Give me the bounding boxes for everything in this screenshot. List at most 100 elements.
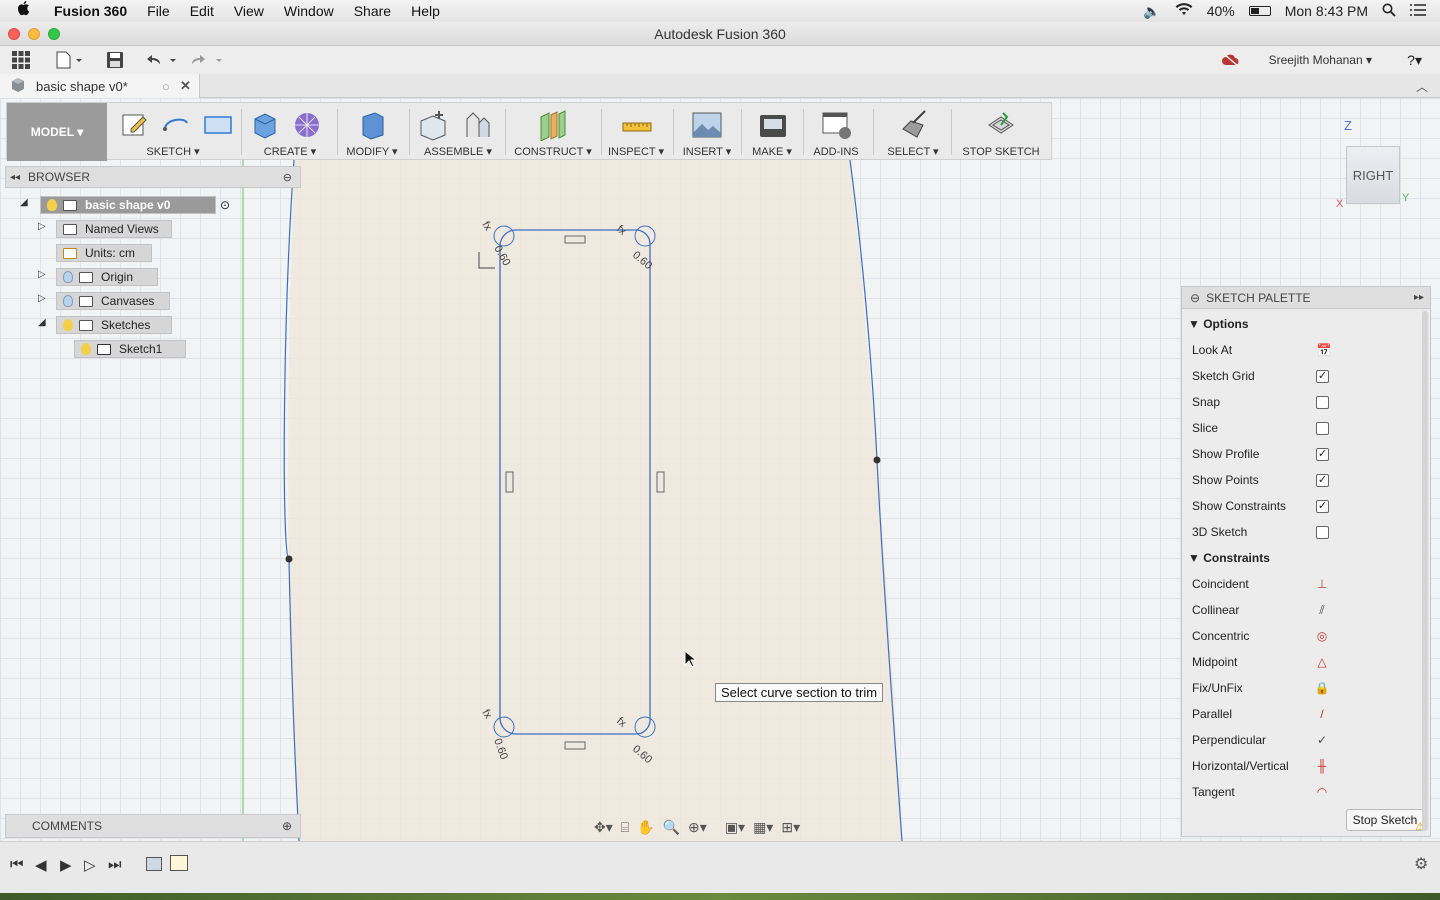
visibility-bulb-icon[interactable] [63, 271, 73, 283]
constraint-row[interactable]: Midpoint [1192, 655, 1322, 669]
document-tab[interactable]: basic shape v0* ○ ✕ [0, 74, 200, 98]
minimize-window-button[interactable] [28, 28, 40, 40]
make-menu-label[interactable]: MAKE ▾ [745, 145, 799, 158]
extrude-icon[interactable] [249, 109, 279, 139]
menu-edit[interactable]: Edit [190, 3, 214, 19]
help-menu[interactable]: ?▾ [1407, 52, 1422, 69]
collapsed-triangle-icon[interactable]: ▷ [38, 221, 46, 232]
sketch-palette-header[interactable]: ⊖ SKETCH PALETTE ▸▸ [1182, 287, 1430, 309]
option-row[interactable]: Show Constraints [1192, 499, 1322, 513]
menu-file[interactable]: File [147, 3, 170, 19]
create-group[interactable]: CREATE ▾ [247, 103, 333, 161]
palette-scrollbar[interactable] [1422, 311, 1428, 831]
stop-sketch-label[interactable]: STOP SKETCH [955, 146, 1047, 158]
grid-settings-icon[interactable]: ▦▾ [753, 819, 773, 836]
expanded-triangle-icon[interactable]: ◢ [38, 317, 46, 328]
apple-icon[interactable] [17, 1, 38, 21]
palette-expand-icon[interactable]: ▸▸ [1414, 292, 1424, 303]
option-checkbox[interactable]: ✓ [1316, 370, 1329, 383]
step-forward-icon[interactable]: ▷ [84, 856, 96, 874]
viewports-icon[interactable]: ⊞▾ [781, 819, 800, 836]
offset-plane-icon[interactable] [537, 109, 567, 142]
constraint-row[interactable]: Parallel [1192, 707, 1322, 721]
pan-icon[interactable]: ✋ [637, 819, 654, 836]
palette-collapse-icon[interactable]: ⊖ [1190, 291, 1200, 305]
option-row[interactable]: Show Profile [1192, 447, 1322, 461]
battery-icon[interactable] [1248, 6, 1271, 16]
wifi-icon[interactable] [1175, 3, 1193, 19]
tree-item-sketches[interactable]: ◢ Sketches [38, 315, 172, 335]
construct-group[interactable]: CONSTRUCT ▾ [509, 103, 597, 161]
sketch-group[interactable]: SKETCH ▾ [111, 103, 235, 161]
stop-sketch-icon[interactable] [985, 109, 1015, 139]
rectangle-icon[interactable] [203, 109, 233, 139]
save-icon[interactable] [106, 51, 124, 69]
tree-item-units[interactable]: Units: cm [56, 243, 152, 263]
option-row[interactable]: Snap [1192, 395, 1322, 409]
constraint-row[interactable]: Concentric [1192, 629, 1322, 643]
undo-icon[interactable] [146, 51, 178, 69]
menu-app[interactable]: Fusion 360 [54, 3, 127, 19]
user-account-menu[interactable]: Sreejith Mohanan ▾ [1269, 53, 1372, 67]
tree-root-chip[interactable]: basic shape v0 [40, 196, 216, 214]
select-group[interactable]: SELECT ▾ [879, 103, 947, 161]
tree-item-canvases[interactable]: ▷ Canvases [38, 291, 170, 311]
constraint-row[interactable]: Collinear [1192, 603, 1322, 617]
sketch-feature-icon[interactable] [170, 855, 188, 871]
horizontal-vertical-icon[interactable]: ╫ [1314, 758, 1330, 774]
create-menu-label[interactable]: CREATE ▾ [247, 145, 333, 158]
option-row[interactable]: Slice [1192, 421, 1322, 435]
constraint-row[interactable]: Fix/UnFix [1192, 681, 1322, 695]
zoom-icon[interactable]: 🔍 [663, 819, 680, 836]
constraint-row[interactable]: Perpendicular [1192, 733, 1322, 747]
concentric-icon[interactable]: ◎ [1314, 628, 1330, 644]
perpendicular-icon[interactable]: ✓ [1314, 732, 1330, 748]
option-row[interactable]: 3D Sketch [1192, 525, 1322, 539]
measure-icon[interactable] [621, 109, 652, 139]
stop-sketch-button[interactable]: Stop Sketch ⚠ [1346, 809, 1425, 833]
constraint-row[interactable]: Tangent [1192, 785, 1322, 799]
close-tab-icon[interactable]: ✕ [180, 78, 191, 94]
modify-menu-label[interactable]: MODIFY ▾ [341, 145, 403, 158]
clock[interactable]: Mon 8:43 PM [1285, 3, 1368, 19]
collapsed-triangle-icon[interactable]: ▷ [38, 269, 46, 280]
make-group[interactable]: MAKE ▾ [745, 103, 799, 161]
tree-item-sketch1[interactable]: Sketch1 [74, 339, 186, 359]
collapse-up-icon[interactable]: ︿ [1416, 78, 1428, 95]
line-icon[interactable] [161, 109, 191, 139]
tangent-icon[interactable]: ◠ [1314, 784, 1330, 800]
menu-share[interactable]: Share [354, 3, 391, 19]
menu-window[interactable]: Window [284, 3, 334, 19]
workspace-switcher[interactable]: MODEL ▾ [7, 103, 107, 161]
insert-group[interactable]: INSERT ▾ [677, 103, 737, 161]
option-checkbox[interactable] [1316, 396, 1329, 409]
option-row[interactable]: Show Points [1192, 473, 1322, 487]
new-component-icon[interactable] [417, 109, 447, 141]
fit-icon[interactable]: ⊕▾ [688, 819, 707, 836]
timeline-settings-gear-icon[interactable]: ⚙ [1414, 854, 1428, 874]
browser-pin-icon[interactable]: ⊖ [283, 171, 292, 184]
activate-radio-icon[interactable]: ⊙ [220, 198, 230, 212]
sketch1-chip[interactable]: Sketch1 [74, 340, 186, 358]
spotlight-icon[interactable] [1382, 3, 1396, 20]
close-window-button[interactable] [8, 28, 20, 40]
assemble-menu-label[interactable]: ASSEMBLE ▾ [415, 145, 501, 158]
tree-root[interactable]: ◢ basic shape v0 ⊙ [20, 195, 230, 215]
option-checkbox[interactable]: ✓ [1316, 448, 1329, 461]
option-row[interactable]: Sketch Grid [1192, 369, 1322, 383]
go-to-end-icon[interactable]: ⏭ [108, 856, 122, 873]
sketches-chip[interactable]: Sketches [56, 316, 172, 334]
option-checkbox[interactable]: ✓ [1316, 500, 1329, 513]
option-checkbox[interactable] [1316, 526, 1329, 539]
joint-icon[interactable] [461, 109, 491, 139]
midpoint-icon[interactable]: △ [1314, 654, 1330, 670]
tree-item-origin[interactable]: ▷ Origin [38, 267, 158, 287]
inspect-menu-label[interactable]: INSPECT ▾ [605, 145, 667, 158]
origin-chip[interactable]: Origin [56, 268, 158, 286]
go-to-start-icon[interactable]: ⏮ [10, 856, 24, 873]
comments-panel[interactable]: COMMENTS ⊕ [5, 814, 301, 838]
add-comment-icon[interactable]: ⊕ [282, 819, 292, 833]
zoom-window-button[interactable] [48, 28, 60, 40]
assemble-group[interactable]: ASSEMBLE ▾ [415, 103, 501, 161]
create-sketch-icon[interactable] [119, 109, 149, 139]
